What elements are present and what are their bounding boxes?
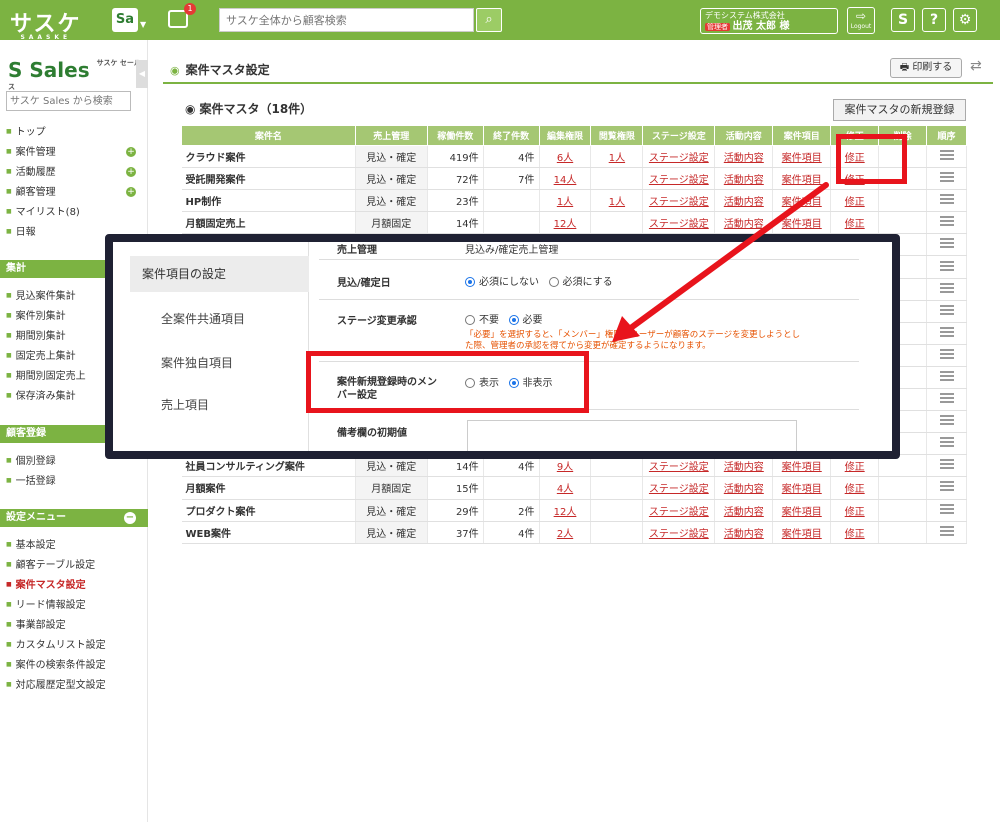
annotation-arrow-icon [612,182,829,342]
